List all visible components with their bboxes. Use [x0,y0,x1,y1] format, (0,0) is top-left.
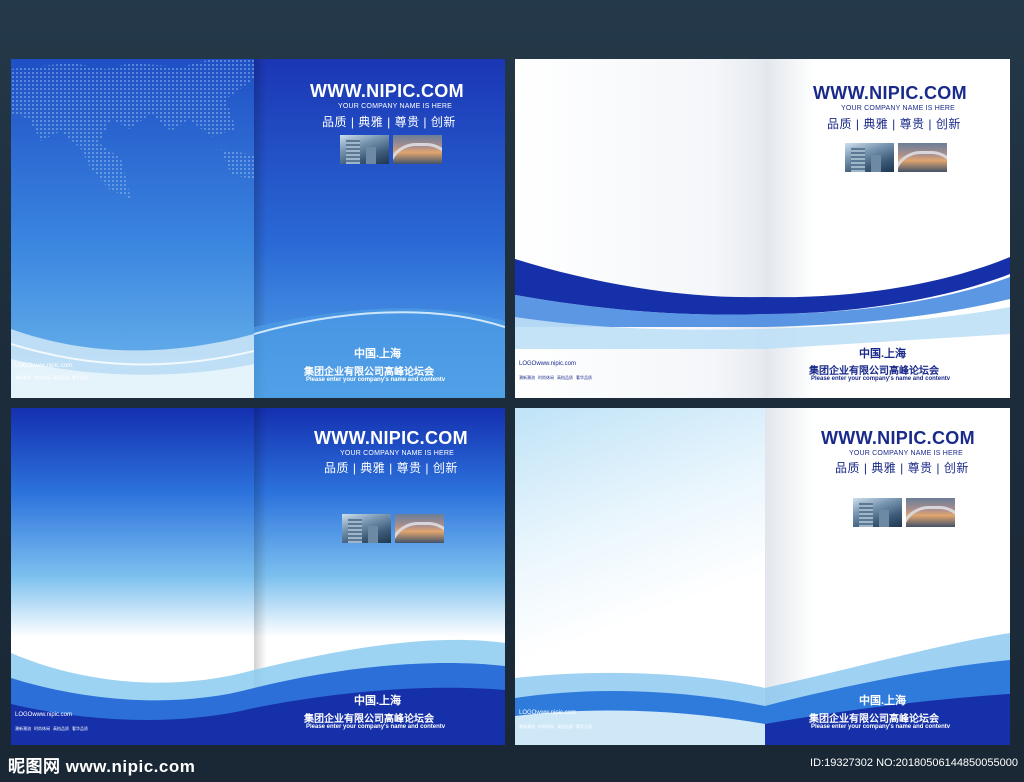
brochure-cover-2: LOGOwww.nipic.com 潮新潮流 时尚休闲 高档品质 奢华品质 WWW.N… [515,59,1010,398]
nipic-watermark: 昵图网 www.nipic.com [8,757,196,776]
motto: 品质 | 典雅 | 尊贵 | 创新 [827,117,961,131]
cover-4-back-wave [515,672,765,745]
tagline-tiny: 潮新潮流 时尚休闲 高档品质 奢华品质 [519,724,592,729]
cover-3-front: WWW.NIPIC.COM YOUR COMPANY NAME IS HERE … [254,408,505,745]
city-title: 中国.上海 [859,348,907,360]
enter-subtitle: Please enter your company's name and con… [306,724,446,730]
company-name: YOUR COMPANY NAME IS HERE [841,105,956,112]
cover-1-back: LOGOwww.nipic.com 潮新潮流 时尚休闲 高档品质 奢华品质 [11,59,254,398]
logo-line: LOGOwww.nipic.com [15,363,73,369]
enter-subtitle: Please enter your company's name and con… [306,377,446,383]
tagline-tiny: 潮新潮流 时尚休闲 高档品质 奢华品质 [519,375,592,380]
cover-2-back-wave [515,259,765,349]
building-photo [853,498,902,527]
cover-4-front: WWW.NIPIC.COM YOUR COMPANY NAME IS HERE … [765,408,1010,745]
summit-title: 集团企业有限公司高峰论坛会 [304,367,434,378]
company-name: YOUR COMPANY NAME IS HERE [338,103,453,110]
city-title: 中国.上海 [354,348,402,360]
tagline-tiny: 潮新潮流 时尚休闲 高档品质 奢华品质 [15,726,88,731]
cover-1-back-wave [11,329,254,398]
motto: 品质 | 典雅 | 尊贵 | 创新 [322,115,456,129]
summit-title: 集团企业有限公司高峰论坛会 [809,714,939,725]
cover-1-front: WWW.NIPIC.COM YOUR COMPANY NAME IS HERE … [254,59,505,398]
logo-line: LOGOwww.nipic.com [15,712,73,718]
bridge-photo [395,514,444,543]
city-title: 中国.上海 [859,695,907,707]
summit-title: 集团企业有限公司高峰论坛会 [809,366,939,377]
enter-subtitle: Please enter your company's name and con… [811,724,951,730]
bridge-photo [393,135,442,164]
cover-2-front: WWW.NIPIC.COM YOUR COMPANY NAME IS HERE … [765,59,1010,398]
building-photo [340,135,389,164]
photo-thumbnails [845,143,947,172]
site-url: WWW.NIPIC.COM [310,81,464,101]
company-name: YOUR COMPANY NAME IS HERE [340,450,455,457]
bridge-photo [898,143,947,172]
city-title: 中国.上海 [354,695,402,707]
cover-3-back-wave [11,653,254,745]
motto: 品质 | 典雅 | 尊贵 | 创新 [835,461,969,475]
brochure-cover-1: LOGOwww.nipic.com 潮新潮流 时尚休闲 高档品质 奢华品质 WWW.N… [11,59,505,398]
logo-line: LOGOwww.nipic.com [519,361,577,367]
brochure-cover-3: LOGOwww.nipic.com 潮新潮流 时尚休闲 高档品质 奢华品质 WWW.N… [11,408,505,745]
cover-2-back: LOGOwww.nipic.com 潮新潮流 时尚休闲 高档品质 奢华品质 [515,59,765,398]
photo-thumbnails [340,135,442,164]
site-url: WWW.NIPIC.COM [813,83,967,103]
building-photo [845,143,894,172]
tagline-tiny: 潮新潮流 时尚休闲 高档品质 奢华品质 [15,375,88,380]
summit-title: 集团企业有限公司高峰论坛会 [304,714,434,725]
cover-3-back: LOGOwww.nipic.com 潮新潮流 时尚休闲 高档品质 奢华品质 [11,408,254,745]
photo-thumbnails [342,514,444,543]
company-name: YOUR COMPANY NAME IS HERE [849,450,964,457]
logo-line: LOGOwww.nipic.com [519,710,577,716]
motto: 品质 | 典雅 | 尊贵 | 创新 [324,461,458,475]
image-id: ID:19327302 NO:20180506144850055000 [810,757,1018,769]
building-photo [342,514,391,543]
enter-subtitle: Please enter your company's name and con… [811,376,951,382]
bridge-photo [906,498,955,527]
photo-thumbnails [853,498,955,527]
brochure-cover-4: LOGOwww.nipic.com 潮新潮流 时尚休闲 高档品质 奢华品质 WWW.N… [515,408,1010,745]
site-url: WWW.NIPIC.COM [314,428,468,448]
site-url: WWW.NIPIC.COM [821,428,975,448]
cover-4-back: LOGOwww.nipic.com 潮新潮流 时尚休闲 高档品质 奢华品质 [515,408,765,745]
